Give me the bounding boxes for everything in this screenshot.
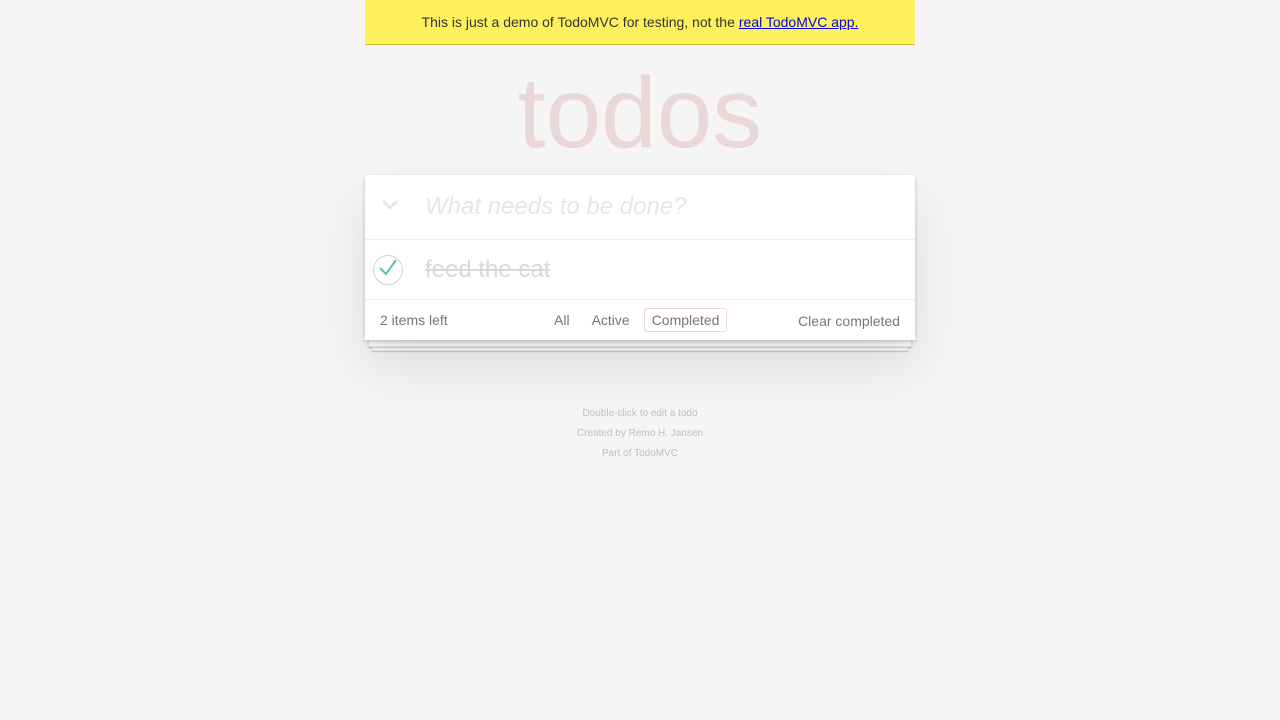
real-todomvc-link[interactable]: real TodoMVC app. <box>739 14 859 30</box>
new-todo-row <box>365 174 915 240</box>
toggle-all-button[interactable] <box>365 175 415 240</box>
filter-completed[interactable]: Completed <box>643 308 728 332</box>
app-title: todos <box>517 57 763 169</box>
clear-completed-button[interactable]: Clear completed <box>798 313 900 329</box>
todo-app: feed the cat 2 items left All Active Com… <box>365 174 915 340</box>
demo-banner: This is just a demo of TodoMVC for testi… <box>365 0 915 45</box>
info-credits: Created by Remo H. Jansen <box>576 428 704 439</box>
info-edit-hint: Double-click to edit a todo <box>582 408 698 419</box>
todo-label[interactable]: feed the cat <box>425 256 550 284</box>
todo-complete-toggle[interactable] <box>373 254 403 285</box>
items-left-count: 2 items left <box>380 312 448 328</box>
todo-item: feed the cat <box>365 240 915 300</box>
info-part-of: Part of TodoMVC <box>602 448 678 459</box>
new-todo-input[interactable] <box>415 174 915 240</box>
todo-footer: 2 items left All Active Completed Clear … <box>365 300 915 340</box>
chevron-down-icon <box>380 198 400 216</box>
filter-all[interactable]: All <box>546 308 578 332</box>
filter-active[interactable]: Active <box>584 308 638 332</box>
checkmark-icon <box>377 256 399 283</box>
banner-text: This is just a demo of TodoMVC for testi… <box>421 14 735 30</box>
info-footer: Double-click to edit a todo Created by R… <box>365 404 915 464</box>
filters: All Active Completed <box>546 308 728 332</box>
stack-shadow-1 <box>368 340 912 347</box>
